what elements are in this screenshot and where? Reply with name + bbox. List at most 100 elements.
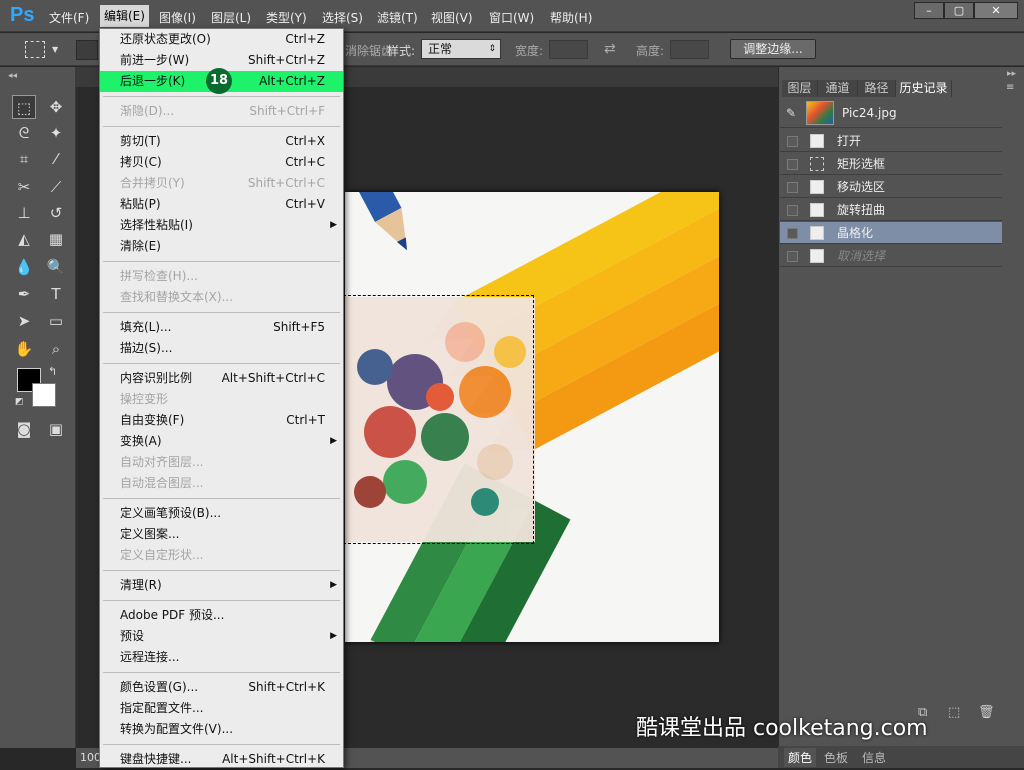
edit-menu-item[interactable]: 定义画笔预设(B)... [100, 503, 343, 524]
hand-tool-icon[interactable]: ✋ [12, 337, 36, 361]
eyedropper-icon[interactable]: ⁄ [44, 147, 68, 171]
menu-item-0[interactable]: 文件(F) [49, 9, 89, 26]
history-checkbox[interactable] [787, 205, 798, 216]
pen-tool-icon[interactable]: ✒ [12, 282, 36, 306]
quick-mask-icon[interactable]: ◙ [12, 417, 36, 441]
crop-tool-icon[interactable]: ⌗ [12, 147, 36, 171]
new-selection-mode-icon[interactable] [76, 40, 98, 60]
panel-tab-2[interactable]: 路径 [858, 80, 896, 97]
toolbox: ◂◂ ⬚ ✥ ᘓ ✦ ⌗ ⁄ ✂ ⟋ ⊥ ↺ ◭ ▦ 💧 🔍 ✒ T ➤ ▭ ✋… [0, 67, 76, 748]
edit-menu-item[interactable]: 定义图案... [100, 524, 343, 545]
maximize-button[interactable]: ▢ [944, 2, 974, 19]
height-input[interactable] [670, 40, 709, 59]
gradient-tool-icon[interactable]: ▦ [44, 227, 68, 251]
edit-menu-item[interactable]: 变换(A) ▶ [100, 431, 343, 452]
history-checkbox[interactable] [787, 228, 798, 239]
bottom-tab-1[interactable]: 色板 [820, 748, 852, 767]
history-brush-icon[interactable]: ↺ [44, 201, 68, 225]
panel-tab-0[interactable]: 图层 [782, 80, 818, 97]
edit-menu-item[interactable]: 填充(L)... Shift+F5 [100, 317, 343, 338]
menu-item-6[interactable]: 滤镜(T) [377, 9, 418, 26]
menu-item-3[interactable]: 图层(L) [211, 9, 251, 26]
edit-menu-item[interactable]: 清除(E) [100, 236, 343, 257]
edit-menu-item[interactable]: 剪切(T) Ctrl+X [100, 131, 343, 152]
width-input[interactable] [549, 40, 588, 59]
history-step[interactable]: 打开 [780, 130, 1002, 152]
swap-colors-icon[interactable]: ↰ [48, 365, 57, 378]
eraser-tool-icon[interactable]: ◭ [12, 227, 36, 251]
menu-separator [103, 126, 340, 127]
edit-menu-item[interactable]: Adobe PDF 预设... [100, 605, 343, 626]
height-label: 高度: [636, 44, 665, 58]
edit-menu-item[interactable]: 自由变换(F) Ctrl+T [100, 410, 343, 431]
edit-menu-item[interactable]: 颜色设置(G)... Shift+Ctrl+K [100, 677, 343, 698]
width-label: 宽度: [515, 44, 544, 58]
edit-menu-item[interactable]: 转换为配置文件(V)... [100, 719, 343, 740]
edit-menu-item[interactable]: 还原状态更改(O) Ctrl+Z [100, 29, 343, 50]
style-select[interactable]: 正常 ⇕ [421, 39, 501, 59]
rectangle-tool-icon[interactable]: ▭ [44, 309, 68, 333]
collapse-icon[interactable]: ◂◂ [8, 71, 17, 81]
edit-menu-item[interactable]: 清理(R) ▶ [100, 575, 343, 596]
zoom-level[interactable]: 100 [80, 751, 101, 764]
menu-item-8[interactable]: 窗口(W) [489, 9, 534, 26]
brush-tool-icon[interactable]: ⟋ [44, 175, 68, 199]
type-tool-icon[interactable]: T [44, 282, 68, 306]
move-tool-icon[interactable]: ✥ [44, 95, 68, 119]
history-step[interactable]: 旋转扭曲 [780, 199, 1002, 221]
close-button[interactable]: ✕ [974, 2, 1018, 19]
camera-icon[interactable]: ⬚ [948, 705, 960, 720]
bottom-tab-0[interactable]: 颜色 [784, 748, 817, 767]
lasso-tool-icon[interactable]: ᘓ [12, 121, 36, 145]
edit-menu-item[interactable]: 粘贴(P) Ctrl+V [100, 194, 343, 215]
refine-edge-button[interactable]: 调整边缘... [730, 39, 816, 59]
bottom-tab-2[interactable]: 信息 [858, 748, 890, 767]
edit-menu-item[interactable]: 选择性粘贴(I) ▶ [100, 215, 343, 236]
magic-wand-icon[interactable]: ✦ [44, 121, 68, 145]
clone-stamp-icon[interactable]: ⊥ [12, 201, 36, 225]
healing-brush-icon[interactable]: ✂ [12, 175, 36, 199]
history-checkbox[interactable] [787, 251, 798, 262]
marquee-tool-preset-icon[interactable] [25, 41, 45, 58]
panel-menu-icon[interactable]: ≡ [1006, 82, 1014, 93]
dodge-tool-icon[interactable]: 🔍 [44, 255, 68, 279]
history-step[interactable]: 移动选区 [780, 176, 1002, 198]
history-brush-source-icon[interactable]: ✎ [786, 106, 796, 120]
minimize-button[interactable]: – [914, 2, 944, 19]
chevron-down-icon[interactable]: ▼ [52, 45, 58, 54]
trash-icon[interactable]: 🗑 [978, 705, 995, 720]
expand-icon[interactable]: ▸▸ [1007, 69, 1016, 79]
menu-item-9[interactable]: 帮助(H) [550, 9, 592, 26]
menu-item-7[interactable]: 视图(V) [431, 9, 473, 26]
rectangular-marquee-icon[interactable]: ⬚ [12, 95, 36, 119]
edit-menu-item[interactable]: 指定配置文件... [100, 698, 343, 719]
panel-tab-1[interactable]: 通道 [818, 80, 858, 97]
blur-tool-icon[interactable]: 💧 [12, 255, 36, 279]
menu-separator [103, 363, 340, 364]
history-checkbox[interactable] [787, 136, 798, 147]
swap-icon[interactable]: ⇄ [604, 41, 616, 57]
edit-menu-item[interactable]: 内容识别比例 Alt+Shift+Ctrl+C [100, 368, 343, 389]
edit-menu-item[interactable]: 远程连接... [100, 647, 343, 668]
menu-item-5[interactable]: 选择(S) [322, 9, 363, 26]
history-checkbox[interactable] [787, 182, 798, 193]
screen-mode-icon[interactable]: ▣ [44, 417, 68, 441]
history-checkbox[interactable] [787, 159, 798, 170]
edit-menu-item[interactable]: 键盘快捷键... Alt+Shift+Ctrl+K [100, 749, 343, 770]
history-step[interactable]: 晶格化 [780, 222, 1002, 244]
default-colors-icon[interactable]: ◩ [15, 397, 24, 407]
edit-menu-item[interactable]: 预设 ▶ [100, 626, 343, 647]
menu-item-1[interactable]: 编辑(E) [100, 5, 149, 27]
menu-item-2[interactable]: 图像(I) [159, 9, 196, 26]
history-step[interactable]: 矩形选框 [780, 153, 1002, 175]
history-snapshot[interactable]: ✎ Pic24.jpg [780, 100, 1002, 128]
edit-menu-item[interactable]: 描边(S)... [100, 338, 343, 359]
background-color-swatch[interactable] [32, 383, 56, 407]
menu-item-4[interactable]: 类型(Y) [266, 9, 307, 26]
edit-menu-item[interactable]: 拷贝(C) Ctrl+C [100, 152, 343, 173]
menu-separator [103, 312, 340, 313]
zoom-tool-icon[interactable]: ⌕ [44, 337, 68, 361]
path-selection-icon[interactable]: ➤ [12, 309, 36, 333]
panel-tab-3[interactable]: 历史记录 [896, 80, 952, 97]
history-step[interactable]: 取消选择 [780, 245, 1002, 267]
